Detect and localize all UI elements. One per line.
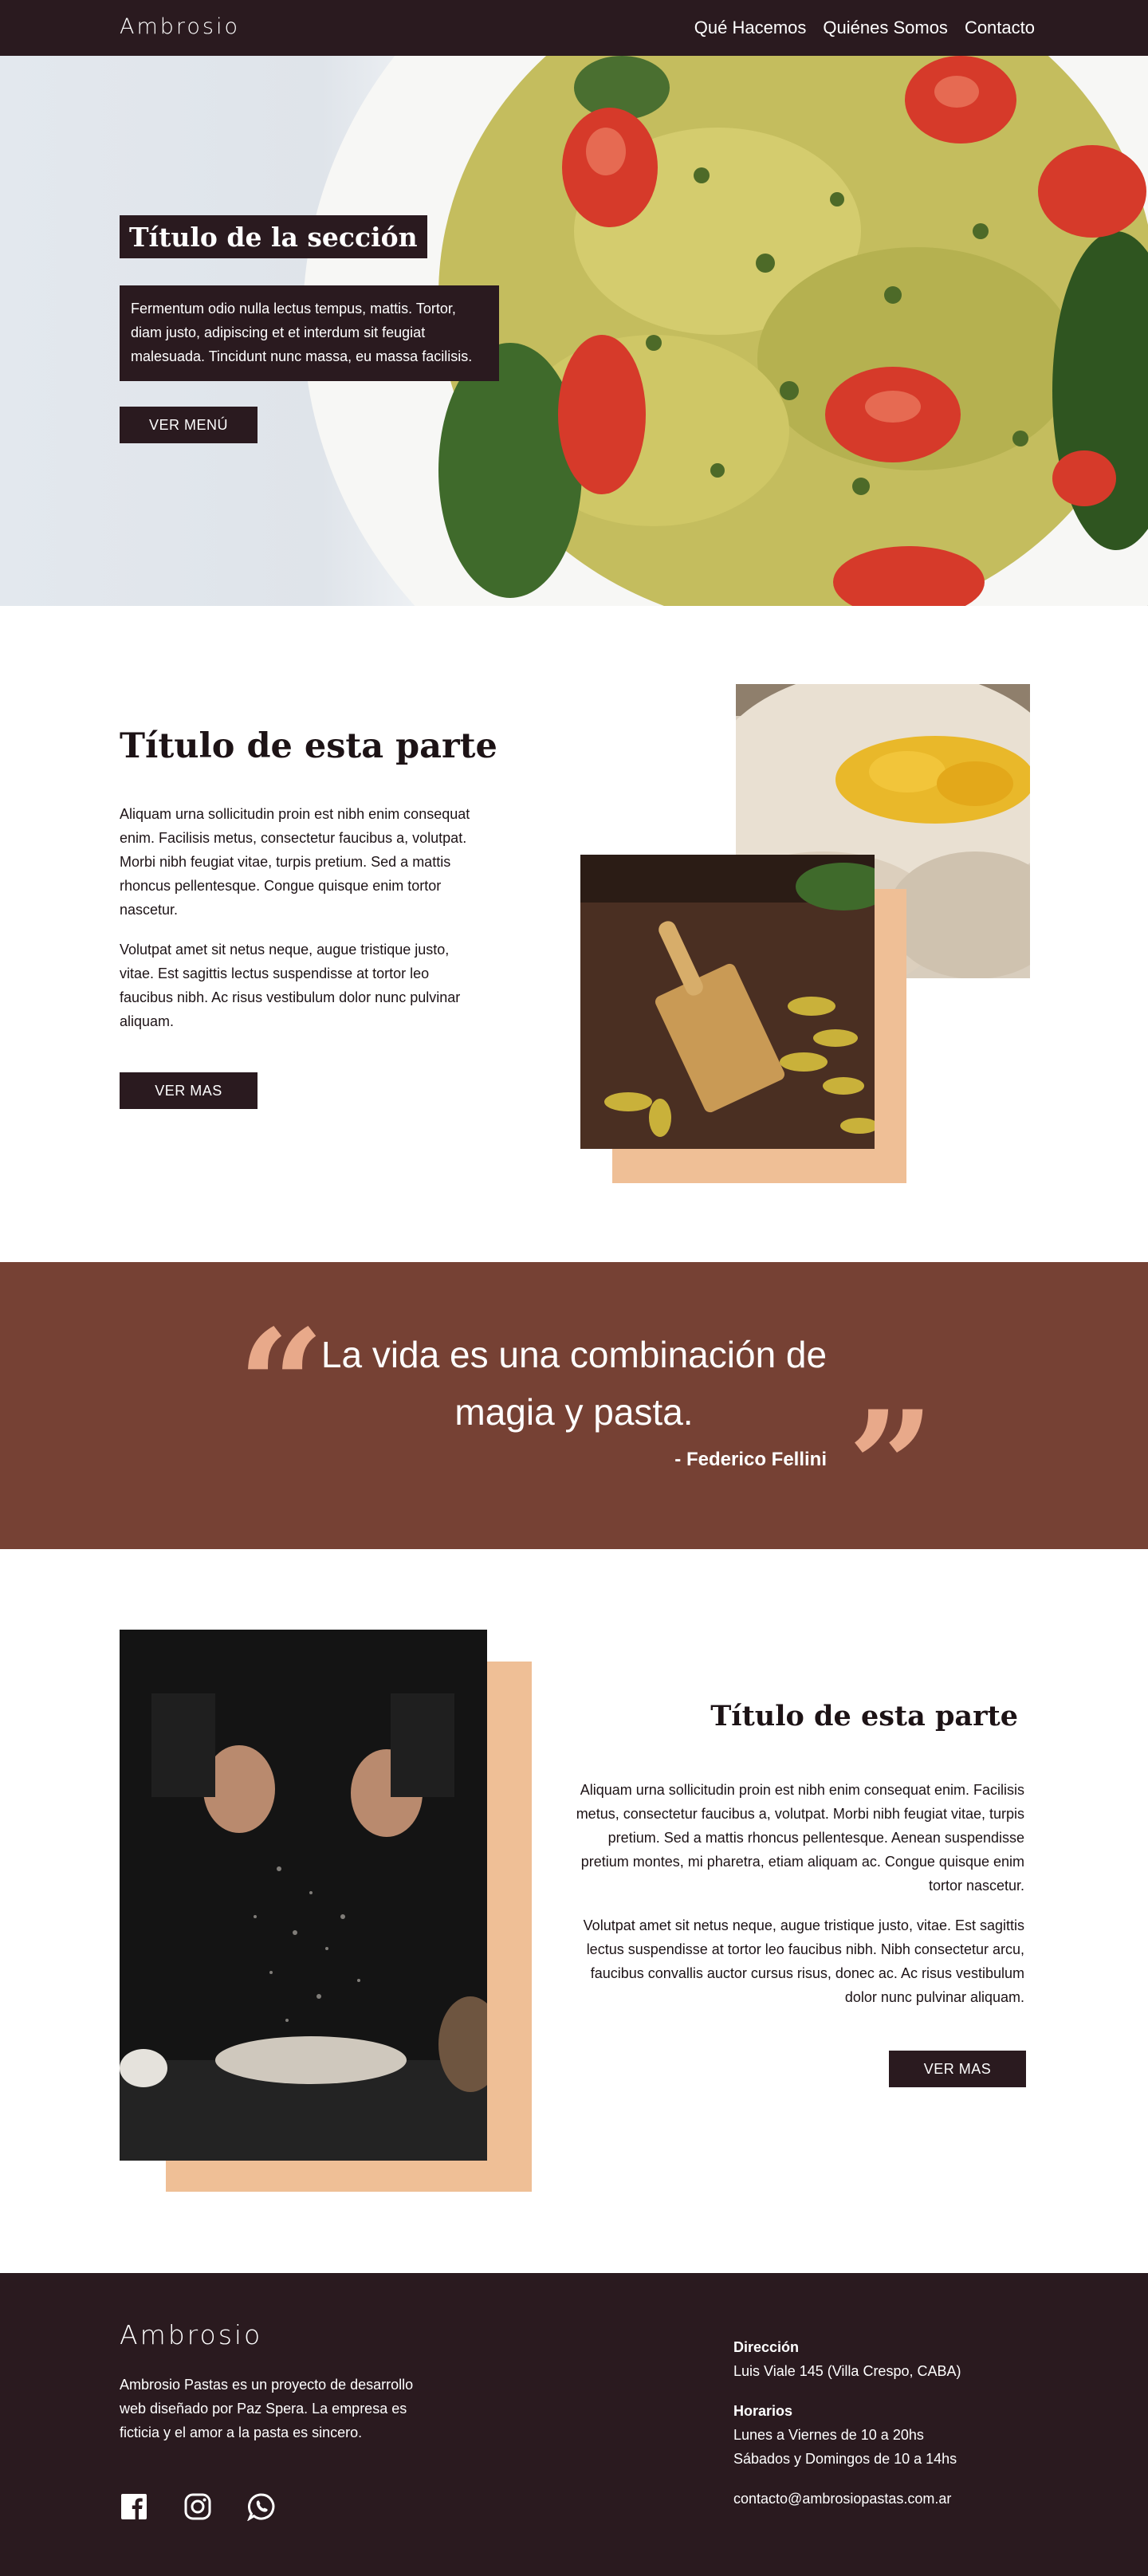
hero-title: Título de la sección [120,215,427,258]
footer-brand-logo[interactable]: Ambrosio [120,2319,262,2350]
quote-author: - Federico Fellini [674,1449,827,1470]
section4-ver-mas-button[interactable]: VER MAS [889,2051,1026,2087]
address-label: Dirección [733,2339,800,2355]
close-quote-icon: ” [847,1391,934,1479]
quote-text: La vida es una combinación de magia y pa… [320,1334,828,1433]
nav-link-contacto[interactable]: Contacto [965,18,1035,38]
section2-paragraph: Aliquam urna sollicitudin proin est nibh… [120,806,470,918]
footer-contact-info: Dirección Luis Viale 145 (Villa Crespo, … [733,2335,961,2511]
contact-email-link[interactable]: contacto@ambrosiopastas.com.ar [733,2487,961,2511]
footer: Ambrosio Ambrosio Pastas es un proyecto … [0,2273,1148,2576]
section4-body: Aliquam urna sollicitudin proin est nibh… [574,1778,1024,2009]
facebook-icon[interactable] [120,2492,148,2521]
hours-weekdays: Lunes a Viernes de 10 a 20hs [733,2427,924,2443]
section2-ver-mas-button[interactable]: VER MAS [120,1072,258,1109]
section4-title: Título de esta parte [710,1700,1018,1732]
nav-link-que-hacemos[interactable]: Qué Hacemos [694,18,807,38]
hours-label: Horarios [733,2403,793,2419]
whatsapp-icon[interactable] [246,2492,276,2522]
brand-logo[interactable]: Ambrosio [120,14,240,39]
section2-paragraph: Volutpat amet sit netus neque, augue tri… [120,942,461,1029]
instagram-icon[interactable] [183,2492,212,2521]
nav-links: Qué Hacemos Quiénes Somos Contacto [694,18,1035,38]
pasta-board-image [580,855,875,1149]
quote-banner: “ La vida es una combinación de magia y … [0,1262,1148,1549]
section2-body: Aliquam urna sollicitudin proin est nibh… [120,802,486,1033]
hero-description: Fermentum odio nulla lectus tempus, matt… [120,285,499,381]
hours-weekend: Sábados y Domingos de 10 a 14hs [733,2451,957,2467]
section2-title: Título de esta parte [120,726,497,766]
top-navbar: Ambrosio Qué Hacemos Quiénes Somos Conta… [0,0,1148,56]
address-value: Luis Viale 145 (Villa Crespo, CABA) [733,2363,961,2379]
section4-paragraph: Volutpat amet sit netus neque, augue tri… [583,1917,1024,2005]
hero-banner: Título de la sección Fermentum odio null… [0,56,1148,606]
footer-about-text: Ambrosio Pastas es un proyecto de desarr… [120,2377,414,2440]
ver-menu-button[interactable]: VER MENÚ [120,407,258,443]
section4-paragraph: Aliquam urna sollicitudin proin est nibh… [576,1782,1024,1894]
flour-hands-image [120,1630,487,2161]
social-links [120,2492,276,2522]
nav-link-quienes-somos[interactable]: Quiénes Somos [823,18,948,38]
